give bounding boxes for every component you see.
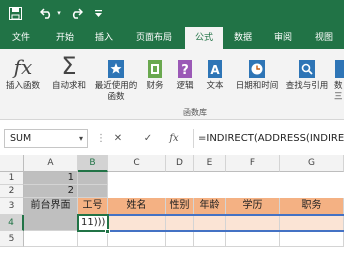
row-header-1[interactable]: 1 bbox=[0, 172, 24, 185]
formula-bar: SUM ▾ ⋮ ✕ ✓ fx =INDIRECT(ADDRESS(INDIREC… bbox=[0, 120, 344, 155]
tab-file[interactable]: 文件 bbox=[6, 27, 36, 49]
select-all-corner[interactable] bbox=[0, 155, 24, 172]
column-header-c[interactable]: C bbox=[108, 155, 166, 172]
cell-g4[interactable] bbox=[280, 215, 344, 231]
cell-c5[interactable] bbox=[108, 231, 166, 247]
text-a-icon: A bbox=[202, 53, 228, 79]
fx-icon: fx bbox=[13, 55, 33, 79]
sigma-icon: Σ bbox=[61, 52, 77, 80]
row-header-5[interactable]: 5 bbox=[0, 231, 24, 247]
title-bar: ▾ bbox=[0, 0, 344, 27]
reference-range-border-bottom bbox=[78, 230, 344, 232]
star-book-icon bbox=[90, 53, 142, 79]
tab-insert[interactable]: 插入 bbox=[89, 27, 119, 49]
ribbon-formulas: fx 插入函数 Σ 自动求和 最近使用的 函数 财务 ? 逻辑 A 文本 日期和… bbox=[0, 49, 344, 120]
worksheet-grid[interactable]: A B C D E F G 1 2 3 4 5 1 2 前台界面 工号 姓名 性… bbox=[0, 155, 344, 258]
financial-button[interactable]: 财务 bbox=[142, 53, 168, 92]
cell-d3-header[interactable]: 性别 bbox=[166, 198, 194, 215]
enter-button[interactable]: ✓ bbox=[140, 129, 156, 148]
cell-e3-header[interactable]: 年龄 bbox=[194, 198, 226, 215]
cell-f5[interactable] bbox=[226, 231, 280, 247]
row-header-2[interactable]: 2 bbox=[0, 185, 24, 198]
cell-a3-merged[interactable]: 前台界面 bbox=[24, 198, 78, 231]
math-icon bbox=[334, 53, 344, 79]
fill-handle[interactable] bbox=[105, 229, 110, 234]
insert-function-button[interactable]: fx 插入函数 bbox=[2, 53, 44, 92]
cell-f4[interactable] bbox=[226, 215, 280, 231]
cell-g3-header[interactable]: 职务 bbox=[280, 198, 344, 215]
row-header-4[interactable]: 4 bbox=[0, 215, 24, 231]
svg-text:?: ? bbox=[181, 63, 189, 78]
formula-input[interactable]: =INDIRECT(ADDRESS(INDIRECT( bbox=[193, 129, 344, 148]
redo-icon[interactable] bbox=[68, 4, 84, 22]
column-header-d[interactable]: D bbox=[166, 155, 194, 172]
undo-icon[interactable] bbox=[38, 4, 54, 22]
reference-range-border bbox=[78, 214, 344, 216]
cell-e4[interactable] bbox=[194, 215, 226, 231]
cell-b2[interactable] bbox=[78, 185, 108, 198]
cell-d4[interactable] bbox=[166, 215, 194, 231]
tab-page-layout[interactable]: 页面布局 bbox=[130, 27, 178, 49]
excel-window: ▾ 文件 开始 插入 页面布局 公式 数据 审阅 视图 fx 插入函数 Σ 自动… bbox=[0, 0, 344, 258]
cell-a2[interactable]: 2 bbox=[24, 185, 78, 198]
cell-e5[interactable] bbox=[194, 231, 226, 247]
cell-a1[interactable]: 1 bbox=[24, 172, 78, 185]
save-icon[interactable] bbox=[6, 4, 24, 22]
tab-formulas[interactable]: 公式 bbox=[185, 27, 223, 50]
math-trig-button[interactable]: 数 三 bbox=[334, 53, 344, 103]
autosum-button[interactable]: Σ 自动求和 bbox=[48, 53, 90, 92]
column-header-e[interactable]: E bbox=[194, 155, 226, 172]
tab-home[interactable]: 开始 bbox=[50, 27, 80, 49]
cell-g5[interactable] bbox=[280, 231, 344, 247]
recently-used-button[interactable]: 最近使用的 函数 bbox=[90, 53, 142, 103]
column-header-a[interactable]: A bbox=[24, 155, 78, 172]
date-time-button[interactable]: 日期和时间 bbox=[232, 53, 282, 92]
tab-view[interactable]: 视图 bbox=[309, 27, 339, 49]
cell-f3-header[interactable]: 学历 bbox=[226, 198, 280, 215]
customize-icon[interactable] bbox=[92, 4, 104, 22]
cell-a5[interactable] bbox=[24, 231, 78, 247]
lookup-reference-button[interactable]: 查找与引用 bbox=[282, 53, 332, 92]
svg-text:A: A bbox=[210, 63, 220, 77]
row-header-3[interactable]: 3 bbox=[0, 198, 24, 215]
column-header-g[interactable]: G bbox=[280, 155, 344, 172]
dropdown-icon[interactable]: ▾ bbox=[79, 130, 83, 147]
question-icon: ? bbox=[172, 53, 198, 79]
tab-data[interactable]: 数据 bbox=[228, 27, 258, 49]
cell-c3-header[interactable]: 姓名 bbox=[108, 198, 166, 215]
tab-review[interactable]: 审阅 bbox=[268, 27, 298, 49]
financial-icon bbox=[142, 53, 168, 79]
clock-icon bbox=[232, 53, 282, 79]
undo-dropdown-icon[interactable]: ▾ bbox=[55, 4, 63, 22]
text-button[interactable]: A 文本 bbox=[202, 53, 228, 92]
formula-bar-grip-icon: ⋮ bbox=[96, 133, 106, 144]
cell-b3-header[interactable]: 工号 bbox=[78, 198, 108, 215]
lookup-icon bbox=[282, 53, 332, 79]
cell-c4[interactable] bbox=[108, 215, 166, 231]
logical-button[interactable]: ? 逻辑 bbox=[172, 53, 198, 92]
ribbon-tabs: 文件 开始 插入 页面布局 公式 数据 审阅 视图 bbox=[0, 27, 344, 50]
column-header-f[interactable]: F bbox=[226, 155, 280, 172]
cell-b1[interactable] bbox=[78, 172, 108, 185]
name-box[interactable]: SUM ▾ bbox=[4, 129, 88, 148]
cell-b5[interactable] bbox=[78, 231, 108, 247]
cell-d5[interactable] bbox=[166, 231, 194, 247]
cancel-button[interactable]: ✕ bbox=[110, 129, 126, 148]
insert-function-fx-button[interactable]: fx bbox=[166, 129, 182, 148]
column-header-b[interactable]: B bbox=[78, 155, 108, 172]
